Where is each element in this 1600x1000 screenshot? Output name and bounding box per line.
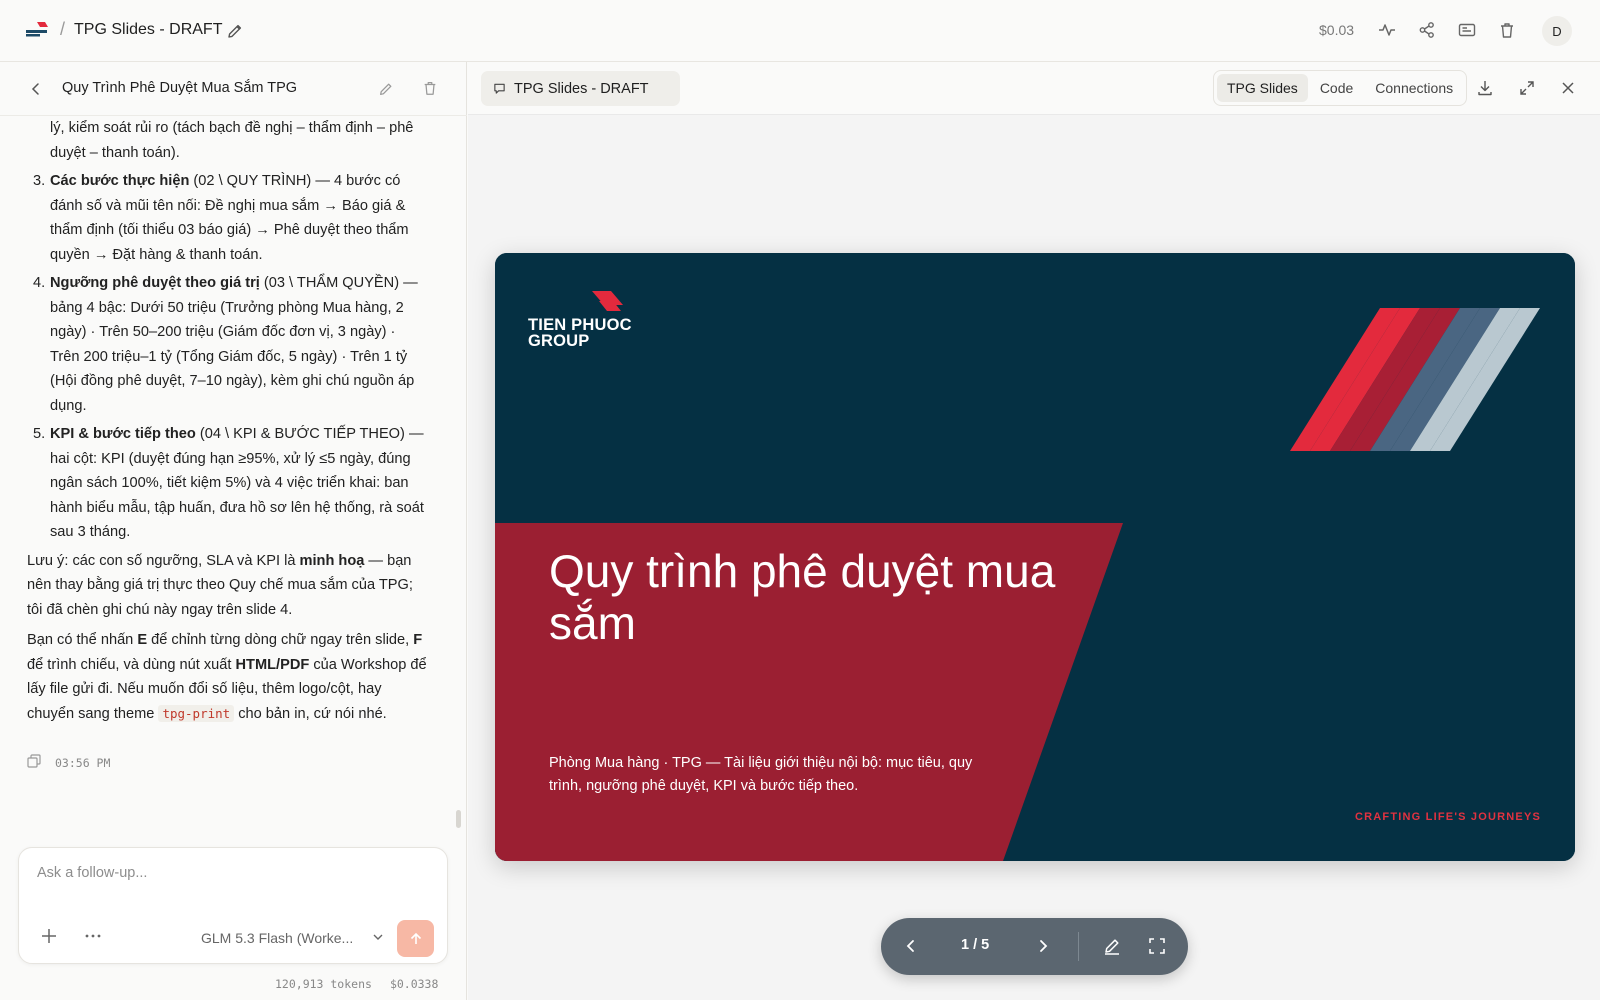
pencil-icon[interactable] [226,22,244,40]
chevron-right-icon[interactable] [1033,936,1053,956]
list-item-heading: Các bước thực hiện [50,173,190,189]
note-text: Lưu ý: các con số ngưỡng, SLA và KPI là [27,552,300,569]
scrollbar[interactable] [456,810,461,828]
list-item: 4. Ngưỡng phê duyệt theo giá trị (03 \ TH… [27,271,427,418]
copy-icon[interactable] [27,754,41,771]
list-item-text: (03 \ THẨM QUYỀN) — bảng 4 bậc: Dưới 50 … [50,275,418,414]
preview-header: TPG Slides - DRAFT TPG Slides Code Conne… [468,62,1600,115]
expand-icon[interactable] [1518,79,1538,99]
chat-bubble-icon [494,83,505,94]
plus-icon[interactable] [39,926,59,946]
tip-paragraph: Bạn có thể nhấn E để chỉnh từng dòng chữ… [27,628,427,726]
inline-code: tpg-print [158,704,235,722]
follow-up-input[interactable]: Ask a follow-up... [37,865,147,881]
token-count: 120,913 tokens [275,977,372,991]
message-list: 3. Các bước thực hiện (02 \ QUY TRÌNH) — … [27,169,427,545]
list-item: 5. KPI & bước tiếp theo (04 \ KPI & BƯỚC … [27,422,427,545]
assistant-message: lý, kiểm soát rủi ro (tách bạch đề nghị … [27,116,427,889]
divider [1078,932,1079,961]
slide-subtitle: Phòng Mua hàng · TPG — Tài liệu giới thi… [549,755,973,794]
chevron-left-icon[interactable] [901,936,921,956]
list-item-heading: Ngưỡng phê duyệt theo giá trị [50,275,260,291]
page-indicator: 1 / 5 [961,937,990,953]
close-icon[interactable] [1559,79,1579,99]
share-icon[interactable] [1417,20,1437,40]
activity-icon[interactable] [1377,20,1397,40]
tip-text: để chỉnh từng dòng chữ ngay trên slide, [147,632,414,648]
tab-tpg-slides[interactable]: TPG Slides [1217,74,1308,102]
tab-connections[interactable]: Connections [1365,74,1463,102]
message-timestamp: 03:56 PM [55,755,111,770]
slide-title: Quy trình phê duyệt mua sắm [549,545,1056,649]
composer: Ask a follow-up... GLM 5.3 Flash (Worke.… [18,847,448,964]
tip-text: Bạn có thể nhấn [27,632,138,648]
shortcut-key: F [413,632,423,648]
list-item: 3. Các bước thực hiện (02 \ QUY TRÌNH) — … [27,169,427,267]
slide-canvas[interactable]: TIEN PHUOC GROUP Quy trình phê duyệt mua… [495,253,1575,861]
list-number: 4. [33,275,46,291]
document-chip[interactable]: TPG Slides - DRAFT [481,71,680,106]
pencil-icon[interactable] [378,81,394,97]
message-meta: 03:56 PM [27,754,110,771]
list-item-text: lý, kiểm soát rủi ro (tách bạch đề nghị … [50,120,414,161]
tab-code[interactable]: Code [1310,74,1363,102]
list-number: 5. [33,426,46,442]
slide-pager: 1 / 5 [881,918,1188,975]
chat-header: Quy Trình Phê Duyệt Mua Sắm TPG [0,62,467,116]
fullscreen-icon[interactable] [1147,936,1167,956]
list-item-continuation: lý, kiểm soát rủi ro (tách bạch đề nghị … [27,116,427,165]
user-avatar[interactable]: D [1542,16,1572,46]
note-emphasis: minh hoạ [299,552,365,569]
note-paragraph: Lưu ý: các con số ngưỡng, SLA và KPI là … [27,549,427,623]
breadcrumb-separator: / [60,19,66,39]
slides-icon[interactable] [1457,20,1477,40]
document-name: TPG Slides - DRAFT [514,80,649,97]
usage-stats: 120,913 tokens $0.0338 [275,977,438,991]
list-number: 3. [33,173,46,189]
back-chevron-icon[interactable] [27,80,45,98]
list-item-heading: KPI & bước tiếp theo [50,426,196,442]
session-cost: $0.03 [1319,22,1355,38]
send-button[interactable] [397,920,434,957]
chevron-down-icon[interactable] [370,929,386,945]
tpg-logo-icon[interactable] [25,21,49,39]
brand-name: TIEN PHUOC GROUP [528,316,632,350]
arrow-up-icon [410,932,421,944]
page-title: TPG Slides - DRAFT [74,21,223,38]
download-icon[interactable] [1476,79,1496,99]
trash-icon[interactable] [422,80,438,96]
model-selector[interactable]: GLM 5.3 Flash (Worke... [201,930,353,946]
tip-text: cho bản in, cứ nói nhé. [234,705,387,722]
list-item-text: (04 \ KPI & BƯỚC TIẾP THEO) — hai cột: K… [50,426,424,540]
chat-title: Quy Trình Phê Duyệt Mua Sắm TPG [62,80,298,96]
top-bar: / TPG Slides - DRAFT $0.03 D [0,0,1600,62]
trash-icon[interactable] [1497,20,1517,40]
slide-tagline: CRAFTING LIFE'S JOURNEYS [1355,811,1542,823]
export-format: HTML/PDF [235,656,310,673]
pencil-icon[interactable] [1102,936,1122,956]
brand-line: GROUP [528,332,590,350]
more-icon[interactable] [83,926,103,946]
shortcut-key: E [137,632,148,648]
usage-cost: $0.0338 [389,977,439,991]
view-tabs: TPG Slides Code Connections [1213,70,1468,106]
tip-text: để trình chiếu, và dùng nút xuất [27,656,236,673]
brand-line: TIEN PHUOC [528,316,632,334]
